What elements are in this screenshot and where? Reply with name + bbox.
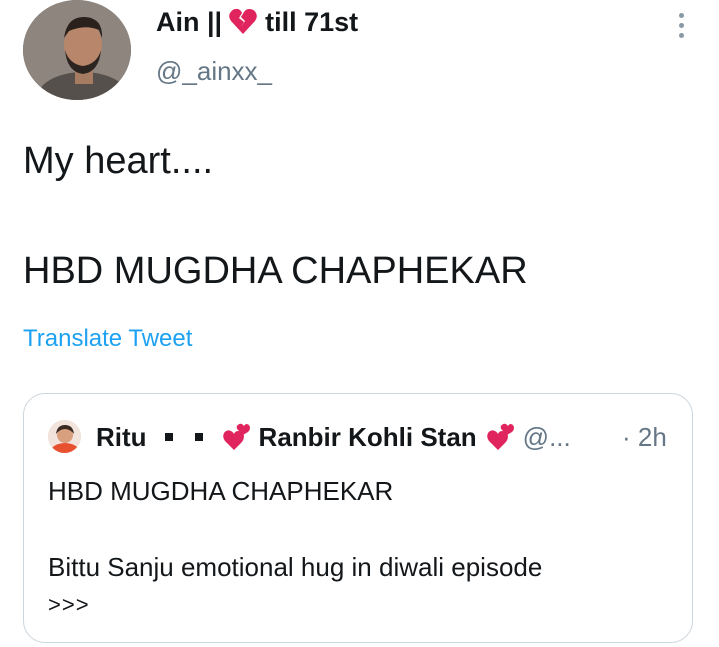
quoted-display-name: Ranbir Kohli Stan <box>258 421 477 452</box>
quoted-author-name: Ritu <box>96 421 147 452</box>
more-vertical-icon-dot <box>678 22 684 28</box>
quoted-tweet-text-line: Bittu Sanju emotional hug in diwali epis… <box>48 552 543 582</box>
author-name-prefix: Ain || <box>156 6 223 37</box>
quoted-author-avatar[interactable] <box>48 420 81 453</box>
author-avatar[interactable] <box>23 0 131 100</box>
quoted-tweet-text-line: >>> <box>48 592 90 617</box>
author-handle[interactable]: @_ainxx_ <box>156 56 272 87</box>
two-hearts-icon <box>485 422 515 452</box>
author-name[interactable]: Ain || till 71st <box>156 5 358 39</box>
two-hearts-icon <box>221 422 251 452</box>
tweet: Ain || till 71st @_ainxx_ My heart.... H… <box>0 0 719 647</box>
more-options-button[interactable] <box>664 8 698 42</box>
quoted-author-handle: @... <box>522 421 571 452</box>
tweet-text-line: My heart.... <box>23 140 214 182</box>
author-name-suffix: till 71st <box>265 6 359 37</box>
quoted-author-header[interactable]: Ritu Ranbir Kohli Stan @... <box>96 420 571 454</box>
tweet-text-line: HBD MUGDHA CHAPHEKAR <box>23 250 528 292</box>
black-square-icon <box>194 433 203 441</box>
black-square-icon <box>164 433 173 441</box>
translate-tweet-link[interactable]: Translate Tweet <box>23 325 192 353</box>
more-vertical-icon <box>678 12 684 18</box>
quoted-tweet-card[interactable]: Ritu Ranbir Kohli Stan @... · 2h HBD MUG… <box>23 393 693 643</box>
quoted-tweet-timestamp[interactable]: · 2h <box>622 422 667 453</box>
broken-heart-icon <box>228 7 258 37</box>
quoted-tweet-text-line: HBD MUGDHA CHAPHEKAR <box>48 476 394 506</box>
more-vertical-icon-dot <box>678 32 684 38</box>
